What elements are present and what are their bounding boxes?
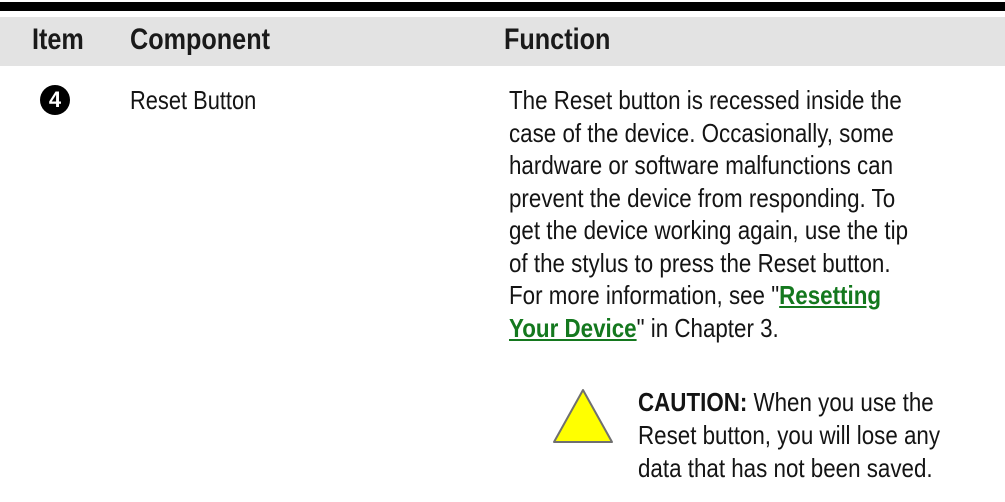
resetting-your-device-link[interactable]: Resetting [779,280,881,310]
item-number-badge: 4 [40,85,70,115]
function-line: The Reset button is recessed inside the [509,85,902,115]
column-header-component: Component [130,23,270,56]
table-top-rule [0,2,1005,11]
warning-triangle-icon [553,389,613,443]
function-line: of the stylus to press the Reset button. [509,247,891,278]
caution-note: CAUTION: When you use the Reset button, … [638,386,940,485]
caution-line-1: CAUTION: When you use the [638,386,940,419]
resetting-your-device-link-continued[interactable]: Your Device [509,313,637,343]
function-description: The Reset button is recessed inside the … [509,84,909,345]
caution-label: CAUTION: [638,387,748,417]
caution-line-3: data that has not been saved. [638,453,933,483]
more-info-prefix: For more information, see " [509,280,780,310]
more-info-line-2: Your Device" in Chapter 3. [509,312,820,345]
more-info-suffix: " in Chapter 3. [636,312,779,343]
component-name: Reset Button [130,85,257,115]
function-line: hardware or software malfunctions can [509,150,894,180]
column-header-item: Item [32,23,84,56]
caution-line-1-rest: When you use the [747,387,934,417]
caution-line-2: Reset button, you will lose any [638,420,941,450]
function-line: case of the device. Occasionally, some [509,117,894,148]
function-line: prevent the device from responding. To [509,182,896,213]
column-header-function: Function [504,23,611,56]
more-info-line-1: For more information, see "Resetting [509,279,881,312]
function-line: get the device working again, use the ti… [509,215,909,245]
